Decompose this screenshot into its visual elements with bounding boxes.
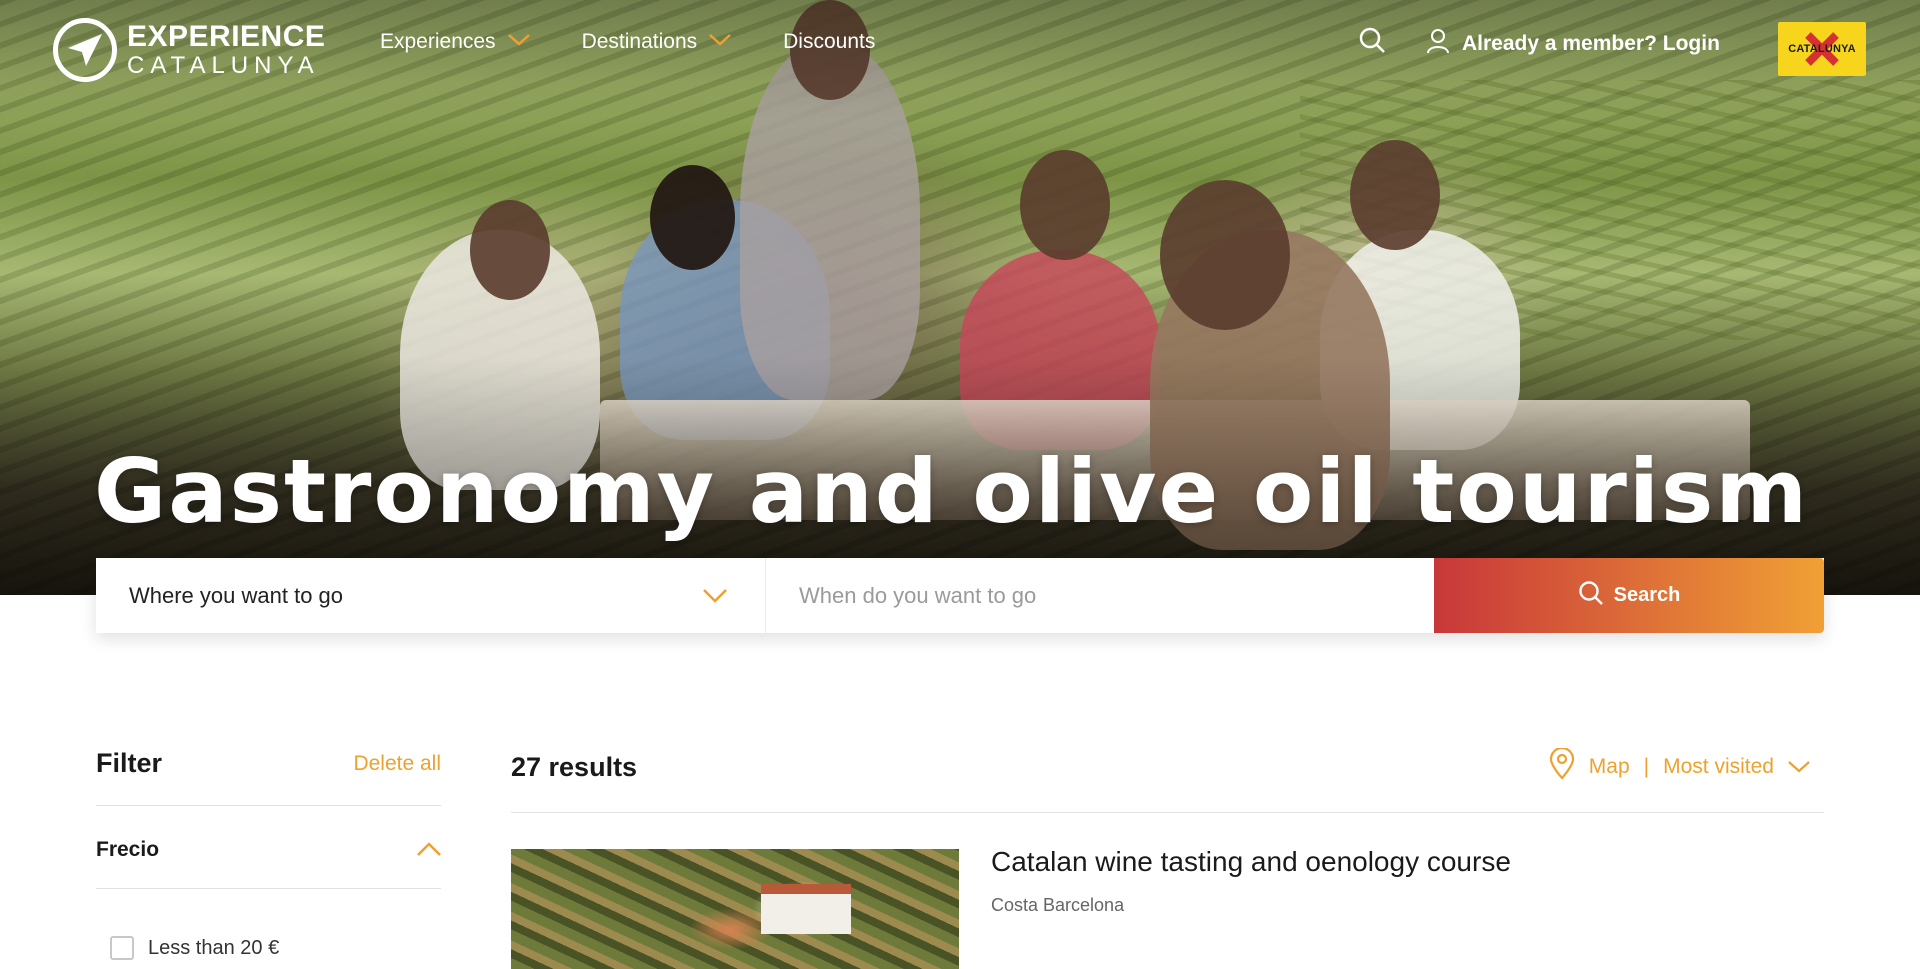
nav-experiences[interactable]: Experiences — [380, 30, 530, 54]
chevron-up-icon[interactable] — [417, 841, 441, 860]
chevron-down-icon — [709, 33, 731, 51]
logo-line1: EXPERIENCE — [127, 20, 326, 53]
nav-discounts[interactable]: Discounts — [783, 30, 875, 54]
search-button[interactable]: Search — [1434, 558, 1824, 633]
catalunya-badge[interactable]: CATALUNYA — [1778, 22, 1866, 76]
nav-discounts-label: Discounts — [783, 30, 876, 53]
result-thumbnail[interactable] — [511, 849, 959, 969]
nav-experiences-label: Experiences — [380, 30, 496, 53]
main-nav: Experiences Destinations Discounts — [380, 30, 927, 54]
nav-destinations[interactable]: Destinations — [582, 30, 732, 54]
map-pin-icon[interactable] — [1549, 746, 1575, 786]
destination-select-label: Where you want to go — [129, 582, 344, 608]
site-logo[interactable]: EXPERIENCE CATALUNYA — [53, 18, 325, 82]
delete-all-link[interactable]: Delete all — [353, 752, 441, 776]
date-input[interactable] — [766, 558, 1434, 633]
filter-title: Filter — [96, 748, 163, 778]
page-title: Gastronomy and olive oil tourism — [94, 440, 1810, 543]
chevron-down-icon — [703, 583, 727, 609]
nav-destinations-label: Destinations — [581, 30, 698, 53]
search-icon[interactable] — [1358, 26, 1386, 58]
search-button-label: Search — [1613, 584, 1681, 606]
paper-plane-icon — [53, 18, 117, 82]
results-count: 27 results — [511, 751, 638, 782]
chevron-down-icon — [507, 33, 530, 51]
user-icon — [1426, 28, 1450, 60]
login-link[interactable]: Already a member? Login — [1426, 28, 1720, 60]
login-label: Already a member? Login — [1462, 32, 1720, 55]
filter-option-label: Less than 20 € — [148, 936, 280, 959]
sort-select[interactable]: Most visited — [1663, 755, 1774, 779]
results-header: 27 results Map | Most visited — [511, 746, 1824, 813]
map-link[interactable]: Map — [1589, 755, 1630, 779]
chevron-down-icon[interactable] — [1788, 755, 1810, 779]
filter-group-title: Frecio — [96, 838, 160, 861]
result-title[interactable]: Catalan wine tasting and oenology course — [991, 846, 1511, 878]
search-icon — [1578, 580, 1604, 612]
filter-header: Filter Delete all — [96, 748, 441, 806]
brand-badge-label: CATALUNYA — [1788, 43, 1856, 55]
divider: | — [1643, 755, 1650, 778]
search-bar: Where you want to go Search — [96, 558, 1824, 633]
filter-group-price[interactable]: Frecio — [96, 838, 441, 889]
logo-line2: CATALUNYA — [127, 52, 320, 79]
result-location: Costa Barcelona — [991, 895, 1125, 915]
checkbox[interactable] — [110, 936, 134, 960]
destination-select[interactable]: Where you want to go — [96, 558, 766, 633]
filter-option[interactable]: Less than 20 € — [110, 936, 279, 960]
